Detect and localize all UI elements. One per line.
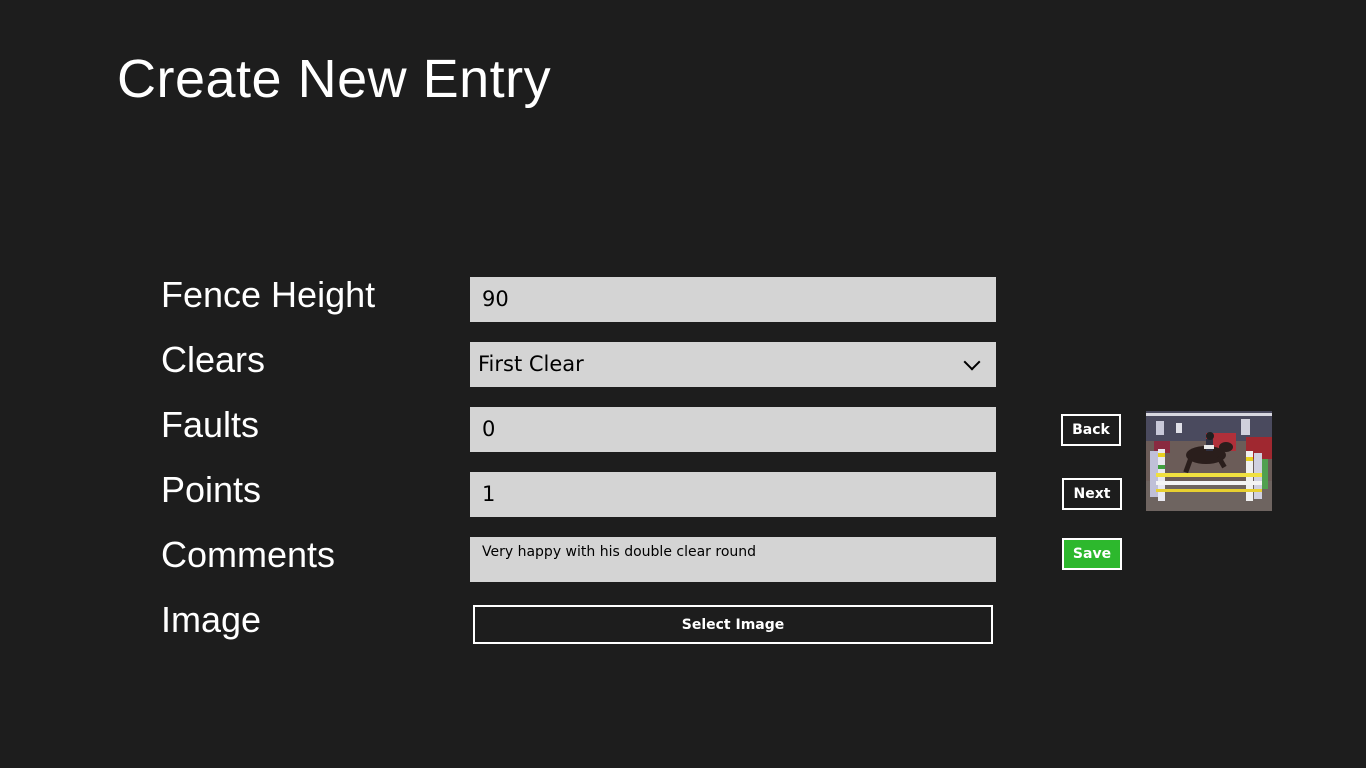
select-image-button[interactable]: Select Image [473,605,993,644]
faults-label: Faults [161,404,260,445]
clears-label: Clears [161,339,266,380]
comments-label: Comments [161,534,336,575]
comments-text: Very happy with his double clear round [482,544,757,560]
clears-selected-value: First Clear [478,352,584,376]
horse-jumping-thumbnail [1146,411,1272,511]
points-input[interactable] [470,472,996,517]
chevron-down-icon [963,353,981,370]
page-title: Create New Entry [117,49,552,109]
clears-select[interactable]: First Clear [470,342,996,387]
faults-input[interactable] [470,407,996,452]
save-button[interactable]: Save [1062,538,1122,570]
fence-height-label: Fence Height [161,274,376,315]
fence-height-input[interactable] [470,277,996,322]
image-label: Image [161,599,262,640]
comments-textarea[interactable]: Very happy with his double clear round [470,537,996,582]
next-button[interactable]: Next [1062,478,1122,510]
back-button[interactable]: Back [1061,414,1121,446]
create-entry-page: Create New Entry Fence Height Clears Fau… [0,0,1366,768]
points-label: Points [161,469,262,510]
